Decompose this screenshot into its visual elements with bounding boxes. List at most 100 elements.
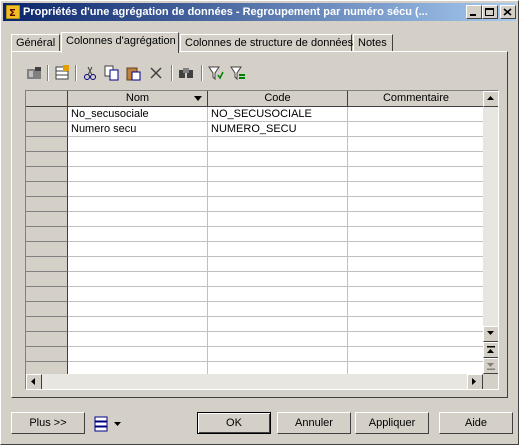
grid-cell[interactable] <box>68 332 208 347</box>
help-button[interactable]: Aide <box>439 412 513 434</box>
grid-cell[interactable] <box>348 122 483 137</box>
copy-button[interactable] <box>103 64 121 82</box>
grid-cell[interactable] <box>68 257 208 272</box>
tab-aggregation-columns[interactable]: Colonnes d'agrégation <box>61 32 179 53</box>
grid-cell[interactable] <box>208 347 348 362</box>
scroll-left-button[interactable] <box>26 374 42 389</box>
grid-cell[interactable] <box>68 362 208 374</box>
grid-cell[interactable] <box>348 272 483 287</box>
grid-cell[interactable] <box>348 152 483 167</box>
grid-cell[interactable] <box>208 362 348 374</box>
aggregation-columns-grid[interactable]: Nom Code Commentaire No_secusociale NO_SE… <box>25 90 499 390</box>
row-header[interactable] <box>26 137 68 152</box>
grid-cell[interactable] <box>208 287 348 302</box>
scroll-top-button[interactable] <box>483 342 498 358</box>
grid-cell[interactable] <box>208 242 348 257</box>
row-header[interactable] <box>26 272 68 287</box>
grid-cell[interactable] <box>68 317 208 332</box>
delete-button[interactable] <box>147 64 165 82</box>
grid-cell[interactable] <box>348 287 483 302</box>
grid-cell[interactable] <box>208 272 348 287</box>
grid-cell[interactable] <box>68 167 208 182</box>
grid-cell[interactable] <box>208 332 348 347</box>
row-header[interactable] <box>26 242 68 257</box>
layout-menu-button[interactable] <box>89 412 129 434</box>
grid-cell[interactable] <box>68 302 208 317</box>
grid-cell[interactable] <box>348 137 483 152</box>
grid-cell[interactable] <box>208 137 348 152</box>
grid-cell[interactable] <box>208 152 348 167</box>
scroll-right-button[interactable] <box>467 374 483 389</box>
grid-cell[interactable] <box>348 227 483 242</box>
more-button[interactable]: Plus >> <box>11 412 85 434</box>
grid-cell[interactable] <box>68 152 208 167</box>
tab-data-structure-columns[interactable]: Colonnes de structure de données <box>180 34 353 51</box>
tab-notes[interactable]: Notes <box>353 34 393 51</box>
grid-cell[interactable] <box>348 332 483 347</box>
row-header[interactable] <box>26 317 68 332</box>
grid-cell[interactable] <box>348 212 483 227</box>
filter-button[interactable] <box>207 64 225 82</box>
close-button[interactable] <box>500 5 516 19</box>
grid-cell[interactable] <box>208 197 348 212</box>
grid-cell[interactable]: Numero secu <box>68 122 208 137</box>
title-bar[interactable]: Σ Propriétés d'une agrégation de données… <box>3 3 516 21</box>
grid-cell[interactable] <box>348 182 483 197</box>
grid-cell[interactable] <box>68 212 208 227</box>
row-header[interactable] <box>26 212 68 227</box>
dropdown-arrow-icon[interactable] <box>194 96 203 102</box>
properties-button[interactable] <box>25 64 43 82</box>
row-header[interactable] <box>26 332 68 347</box>
grid-cell[interactable] <box>208 227 348 242</box>
row-header[interactable] <box>26 227 68 242</box>
grid-cell[interactable] <box>208 317 348 332</box>
add-rows-button[interactable] <box>53 64 71 82</box>
scroll-down-button[interactable] <box>483 326 498 342</box>
column-header-code[interactable]: Code <box>208 91 348 107</box>
find-button[interactable] <box>177 64 195 82</box>
grid-cell[interactable] <box>68 197 208 212</box>
row-header[interactable] <box>26 107 68 122</box>
grid-cell[interactable] <box>68 182 208 197</box>
grid-cell[interactable] <box>348 317 483 332</box>
paste-button[interactable] <box>125 64 143 82</box>
row-header[interactable] <box>26 257 68 272</box>
row-header[interactable] <box>26 167 68 182</box>
row-header[interactable] <box>26 347 68 362</box>
grid-cell[interactable]: No_secusociale <box>68 107 208 122</box>
grid-cell[interactable] <box>208 302 348 317</box>
grid-cell[interactable] <box>208 182 348 197</box>
grid-cell[interactable] <box>68 347 208 362</box>
column-header-name[interactable]: Nom <box>68 91 208 107</box>
minimize-button[interactable] <box>466 5 482 19</box>
maximize-button[interactable] <box>482 5 498 19</box>
ok-button[interactable]: OK <box>197 412 271 434</box>
grid-cell[interactable] <box>208 167 348 182</box>
grid-cell[interactable]: NO_SECUSOCIALE <box>208 107 348 122</box>
grid-cell[interactable] <box>68 227 208 242</box>
grid-cell[interactable] <box>348 167 483 182</box>
row-header[interactable] <box>26 182 68 197</box>
row-header[interactable] <box>26 122 68 137</box>
grid-cell[interactable] <box>208 257 348 272</box>
grid-cell[interactable] <box>348 302 483 317</box>
cancel-button[interactable]: Annuler <box>277 412 351 434</box>
vertical-scrollbar[interactable] <box>483 91 498 374</box>
horizontal-scrollbar[interactable] <box>26 374 483 389</box>
grid-cell[interactable] <box>348 242 483 257</box>
grid-cell[interactable] <box>208 212 348 227</box>
column-header-comment[interactable]: Commentaire <box>348 91 483 107</box>
grid-cell[interactable] <box>348 197 483 212</box>
grid-cell[interactable] <box>68 272 208 287</box>
grid-cell[interactable] <box>348 362 483 374</box>
row-header[interactable] <box>26 287 68 302</box>
tab-general[interactable]: Général <box>11 34 60 51</box>
grid-cell[interactable] <box>348 347 483 362</box>
scroll-bottom-button[interactable] <box>483 358 498 374</box>
apply-button[interactable]: Appliquer <box>355 412 429 434</box>
scroll-up-button[interactable] <box>483 91 498 107</box>
row-header[interactable] <box>26 302 68 317</box>
grid-cell[interactable] <box>68 242 208 257</box>
row-header[interactable] <box>26 152 68 167</box>
grid-cell[interactable]: NUMERO_SECU <box>208 122 348 137</box>
